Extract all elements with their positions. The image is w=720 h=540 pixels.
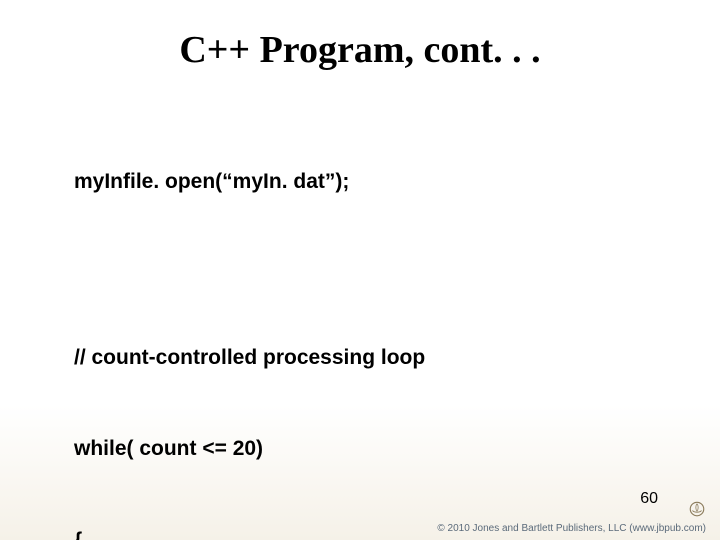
code-block: myInfile. open(“myIn. dat”); // count-co… bbox=[40, 106, 680, 540]
footer-copyright: © 2010 Jones and Bartlett Publishers, LL… bbox=[437, 523, 626, 534]
slide: C++ Program, cont. . . myInfile. open(“m… bbox=[0, 0, 720, 540]
code-line-comment: // count-controlled processing loop bbox=[52, 343, 680, 373]
page-number: 60 bbox=[640, 490, 658, 508]
publisher-logo-icon bbox=[688, 500, 706, 518]
blank-line bbox=[52, 258, 680, 282]
code-line-open: myInfile. open(“myIn. dat”); bbox=[52, 167, 680, 197]
slide-title: C++ Program, cont. . . bbox=[40, 28, 680, 72]
footer: © 2010 Jones and Bartlett Publishers, LL… bbox=[437, 523, 706, 534]
code-line-while: while( count <= 20) bbox=[52, 434, 680, 464]
footer-url: (www.jbpub.com) bbox=[629, 523, 706, 534]
